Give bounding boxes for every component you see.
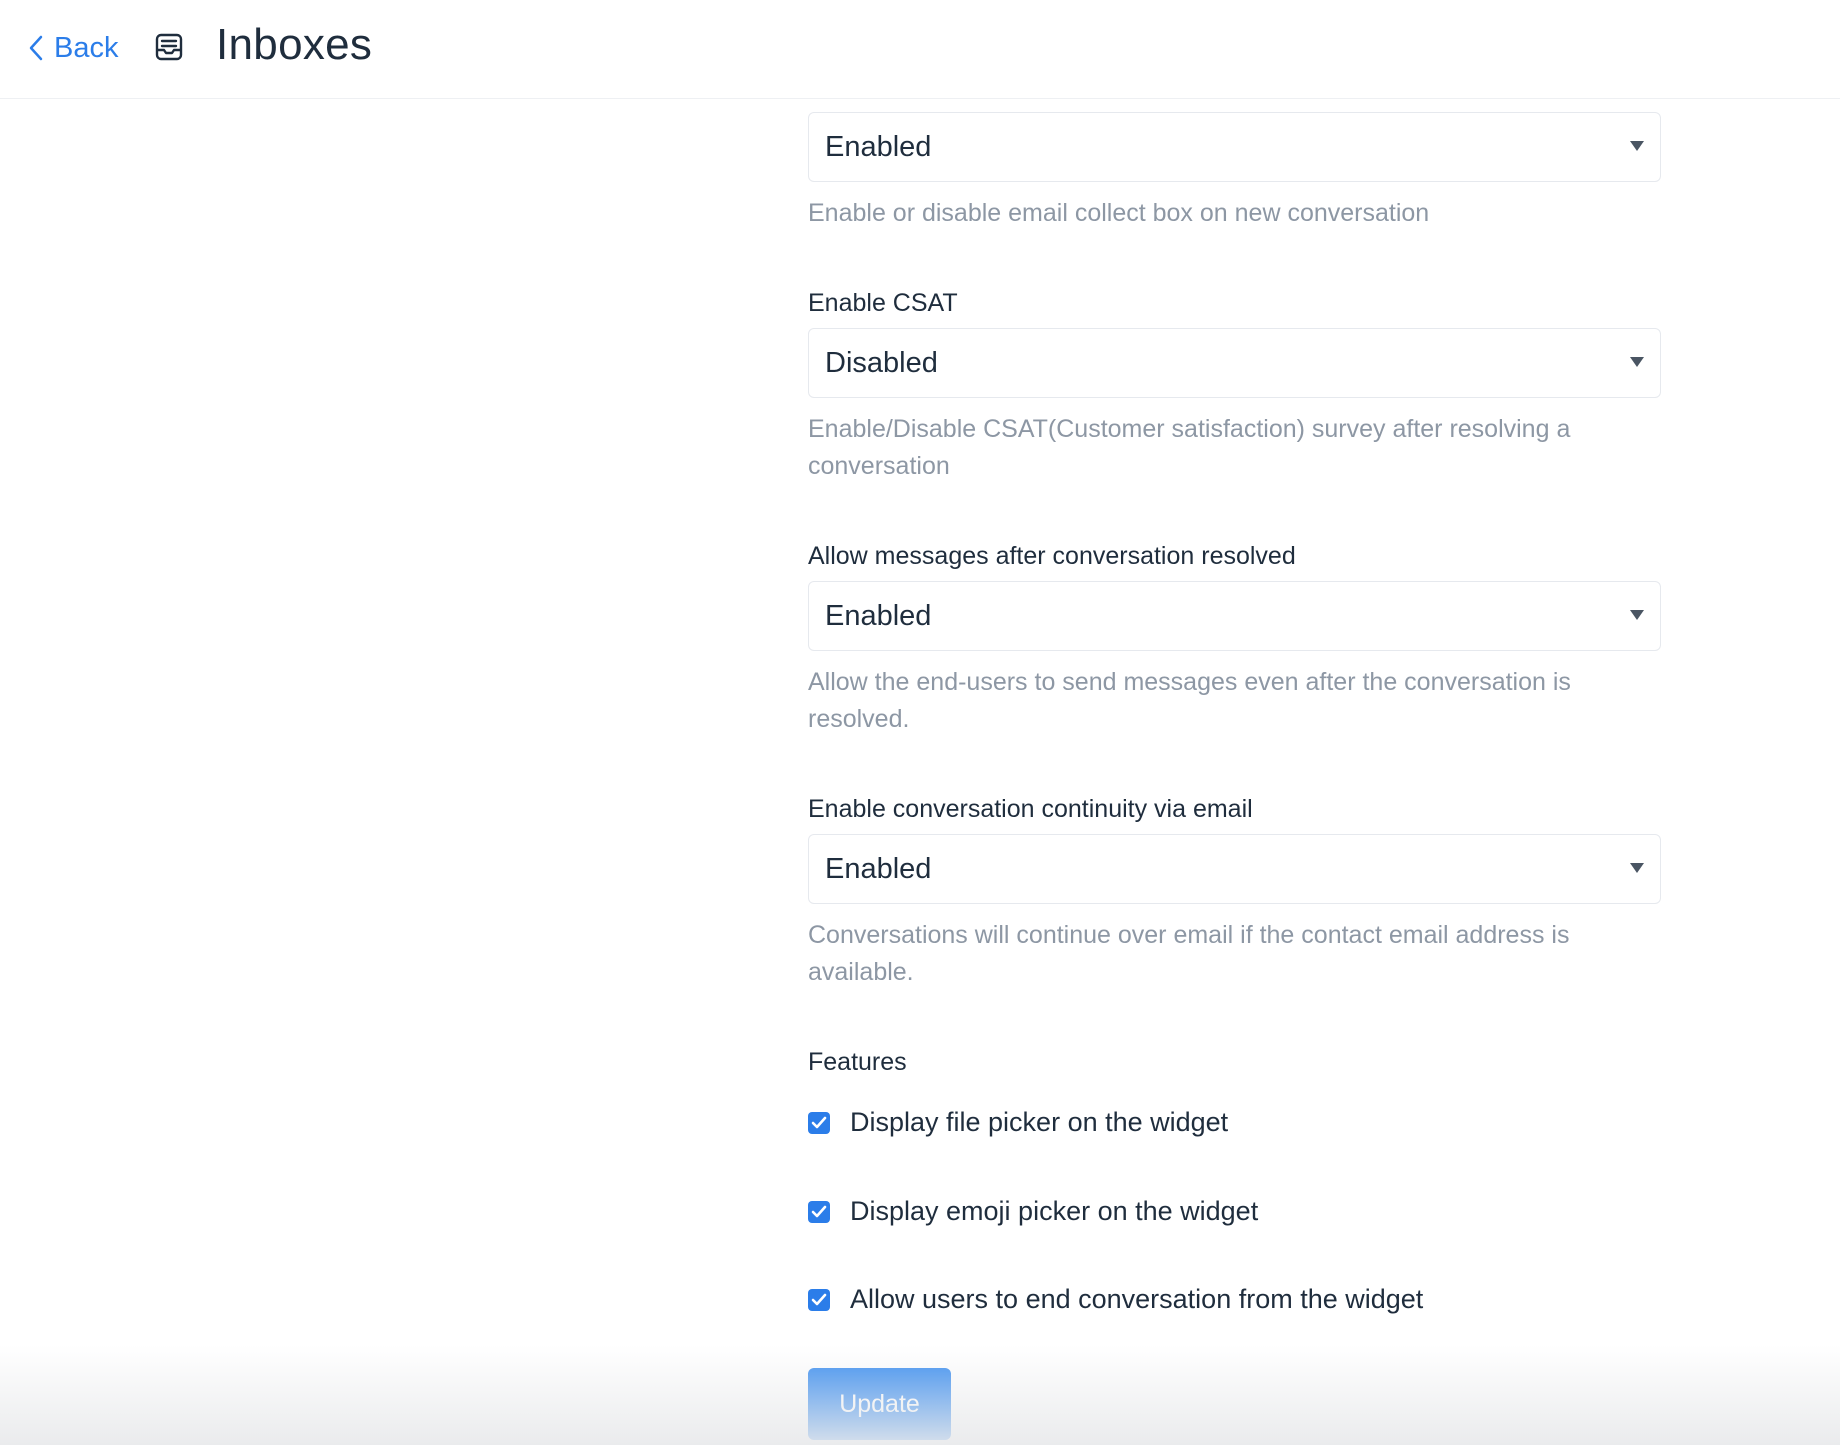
allow-messages-select[interactable]: Enabled [808,581,1661,651]
continuity-value: Enabled [825,852,932,885]
email-collect-select[interactable]: Enabled [808,112,1661,182]
checkbox-checked-icon[interactable] [808,1288,830,1311]
csat-value: Disabled [825,346,938,379]
allow-messages-help: Allow the end-users to send messages eve… [808,668,1571,733]
feature-emoji-picker[interactable]: Display emoji picker on the widget [808,1196,1258,1227]
feature-label: Display emoji picker on the widget [850,1196,1259,1226]
feature-label: Display file picker on the widget [850,1107,1229,1137]
allow-messages-label: Allow messages after conversation resolv… [808,542,1296,570]
inbox-icon [154,32,184,67]
dropdown-caret-icon [1630,141,1644,151]
feature-file-picker[interactable]: Display file picker on the widget [808,1107,1228,1138]
back-button[interactable]: Back [28,28,118,68]
page-header: Back Inboxes [0,0,1840,99]
feature-label: Allow users to end conversation from the… [850,1284,1424,1314]
allow-messages-value: Enabled [825,599,932,632]
update-button[interactable]: Update [808,1368,951,1440]
dropdown-caret-icon [1630,863,1644,873]
chevron-left-icon [29,35,43,61]
continuity-help: Conversations will continue over email i… [808,921,1570,986]
continuity-label: Enable conversation continuity via email [808,795,1253,823]
dropdown-caret-icon [1630,610,1644,620]
dropdown-caret-icon [1630,357,1644,367]
checkbox-checked-icon[interactable] [808,1111,830,1134]
csat-label: Enable CSAT [808,289,958,317]
continuity-select[interactable]: Enabled [808,834,1661,904]
features-label: Features [808,1048,907,1076]
checkbox-checked-icon[interactable] [808,1200,830,1223]
email-collect-help: Enable or disable email collect box on n… [808,199,1430,227]
email-collect-value: Enabled [825,130,932,163]
csat-select[interactable]: Disabled [808,328,1661,398]
page-title: Inboxes [216,20,373,69]
back-label: Back [54,31,119,64]
feature-end-conversation[interactable]: Allow users to end conversation from the… [808,1284,1423,1315]
csat-help: Enable/Disable CSAT(Customer satisfactio… [808,415,1571,480]
